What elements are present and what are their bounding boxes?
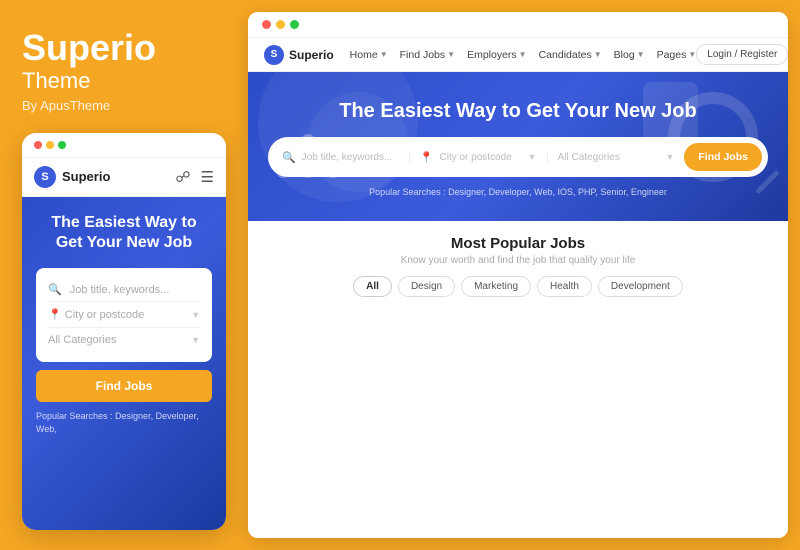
mobile-mockup: S Superio ☍ ☰ The Easiest Way to Get You… (22, 133, 226, 530)
location-dropdown-icon: ▼ (528, 152, 537, 162)
nav-logo-text: Superio (289, 48, 334, 62)
chevron-employers-icon: ▼ (519, 50, 527, 59)
most-popular-title: Most Popular Jobs (268, 235, 768, 252)
menu-icon: ☰ (201, 168, 214, 186)
dot-yellow (46, 141, 54, 149)
chevron-blog-icon: ▼ (637, 50, 645, 59)
chevron-down-icon: ▼ (191, 310, 200, 320)
job-filter-tabs: All Design Marketing Health Development (268, 276, 768, 297)
mobile-nav-icons: ☍ ☰ (175, 168, 214, 186)
hero-search-bar: 🔍 Job title, keywords... 📍 City or postc… (268, 137, 768, 177)
filter-tab-all[interactable]: All (353, 276, 392, 297)
desktop-top-bar (248, 12, 788, 38)
keyword-search-field[interactable]: 🔍 Job title, keywords... (282, 151, 410, 164)
mobile-category-placeholder: All Categories (48, 334, 116, 346)
category-search-field[interactable]: All Categories ▼ (548, 152, 685, 163)
chevron-pages-icon: ▼ (688, 50, 696, 59)
location-icon: 📍 (48, 309, 62, 321)
user-icon: ☍ (175, 168, 190, 186)
mobile-find-jobs-button[interactable]: Find Jobs (36, 370, 212, 402)
nav-logo-icon: S (264, 45, 284, 65)
search-icon: 🔍 (48, 283, 62, 296)
nav-link-candidates[interactable]: Candidates ▼ (539, 49, 602, 61)
brand-subtitle: Theme (22, 68, 226, 94)
dot-red (34, 141, 42, 149)
search-field-icon: 🔍 (282, 151, 296, 164)
desktop-window-dots (262, 20, 299, 29)
desktop-bottom-section: Most Popular Jobs Know your worth and fi… (248, 221, 788, 538)
most-popular-subtitle: Know your worth and find the job that qu… (268, 255, 768, 266)
nav-link-find-jobs[interactable]: Find Jobs ▼ (400, 49, 455, 61)
right-panel: S Superio Home ▼ Find Jobs ▼ Employers ▼… (248, 12, 788, 538)
mobile-top-bar (22, 133, 226, 158)
desktop-dot-green (290, 20, 299, 29)
mobile-hero: The Easiest Way to Get Your New Job 🔍 Jo… (22, 197, 226, 530)
category-dropdown-icon: ▼ (665, 152, 674, 162)
mobile-search-box: 🔍 Job title, keywords... 📍 City or postc… (36, 268, 212, 362)
chevron-home-icon: ▼ (380, 50, 388, 59)
popular-searches: Popular Searches : Designer, Developer, … (369, 187, 667, 197)
find-jobs-button[interactable]: Find Jobs (684, 143, 762, 171)
mobile-logo: S Superio (34, 166, 110, 188)
filter-tab-health[interactable]: Health (537, 276, 592, 297)
desktop-dot-red (262, 20, 271, 29)
search-field-placeholder: Job title, keywords... (302, 152, 393, 163)
login-register-button[interactable]: Login / Register (696, 44, 788, 65)
location-field-placeholder: City or postcode (440, 152, 512, 163)
mobile-window-dots (34, 141, 66, 149)
mobile-cat-row: All Categories ▼ (48, 328, 200, 352)
mobile-search-row: 🔍 Job title, keywords... (48, 278, 200, 302)
nav-link-blog[interactable]: Blog ▼ (614, 49, 645, 61)
desktop-nav-links: Home ▼ Find Jobs ▼ Employers ▼ Candidate… (350, 49, 697, 61)
mobile-nav: S Superio ☍ ☰ (22, 158, 226, 197)
filter-tab-marketing[interactable]: Marketing (461, 276, 531, 297)
brand-by: By ApusTheme (22, 98, 226, 113)
mobile-location-row: 📍 City or postcode ▼ (48, 302, 200, 328)
mobile-logo-text: Superio (62, 169, 110, 184)
mobile-popular-searches: Popular Searches : Designer, Developer, … (36, 410, 212, 435)
chevron-findjobs-icon: ▼ (447, 50, 455, 59)
filter-tab-design[interactable]: Design (398, 276, 455, 297)
nav-link-employers[interactable]: Employers ▼ (467, 49, 527, 61)
desktop-nav-logo: S Superio (264, 45, 334, 65)
desktop-navbar: S Superio Home ▼ Find Jobs ▼ Employers ▼… (248, 38, 788, 72)
chevron-candidates-icon: ▼ (594, 50, 602, 59)
mobile-hero-title: The Easiest Way to Get Your New Job (36, 213, 212, 255)
mobile-logo-icon: S (34, 166, 56, 188)
hero-title: The Easiest Way to Get Your New Job (339, 100, 697, 123)
brand-title: Superio (22, 28, 226, 68)
category-field-placeholder: All Categories (558, 152, 620, 163)
location-field-icon: 📍 (420, 151, 434, 164)
location-search-field[interactable]: 📍 City or postcode ▼ (410, 151, 548, 164)
desktop-dot-yellow (276, 20, 285, 29)
mobile-search-placeholder: Job title, keywords... (70, 284, 170, 296)
left-panel: Superio Theme By ApusTheme S Superio ☍ ☰… (0, 0, 248, 550)
desktop-hero: The Easiest Way to Get Your New Job 🔍 Jo… (248, 72, 788, 221)
nav-link-pages[interactable]: Pages ▼ (657, 49, 697, 61)
nav-link-home[interactable]: Home ▼ (350, 49, 388, 61)
mobile-location-placeholder: City or postcode (65, 309, 144, 321)
filter-tab-development[interactable]: Development (598, 276, 683, 297)
chevron-down-icon-2: ▼ (191, 335, 200, 345)
dot-green (58, 141, 66, 149)
desktop-nav-actions: Login / Register Add Job (696, 44, 788, 65)
